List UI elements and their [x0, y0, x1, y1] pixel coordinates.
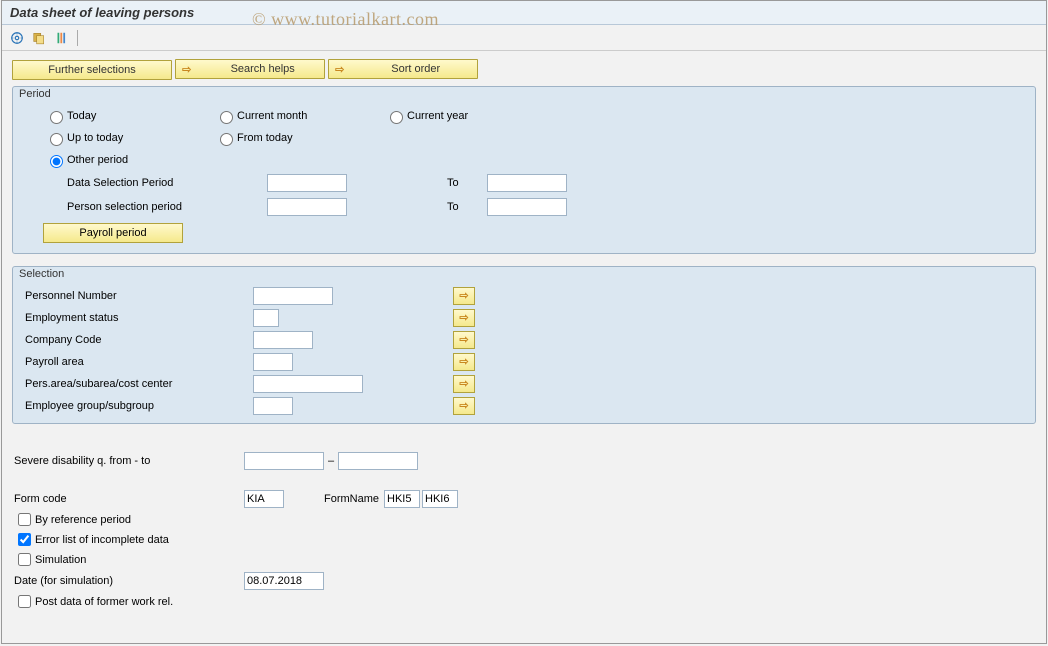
selection-buttons-row: Further selections ⇨ Search helps ⇨ Sort…	[12, 59, 1036, 80]
person-selection-from-input[interactable]	[267, 198, 347, 216]
pers-area-label: Pers.area/subarea/cost center	[23, 378, 253, 390]
company-code-input[interactable]	[253, 331, 313, 349]
arrow-right-icon: ⇨	[182, 63, 191, 76]
simulation-checkbox[interactable]	[18, 553, 31, 566]
error-list-label: Error list of incomplete data	[35, 534, 169, 546]
error-list-checkbox[interactable]	[18, 533, 31, 546]
dash: –	[328, 455, 334, 467]
variant-icon[interactable]	[30, 29, 48, 47]
severe-disability-label: Severe disability q. from - to	[14, 455, 244, 467]
form-name-label: FormName	[324, 493, 384, 505]
form-name-1-input[interactable]	[384, 490, 420, 508]
payroll-area-label: Payroll area	[23, 356, 253, 368]
radio-current-year[interactable]: Current year	[385, 108, 555, 124]
person-selection-period-label: Person selection period	[67, 201, 267, 213]
group-title-period: Period	[19, 88, 51, 100]
multiple-selection-button[interactable]: ⇨	[453, 353, 475, 371]
radio-today[interactable]: Today	[45, 108, 215, 124]
multiple-selection-button[interactable]: ⇨	[453, 375, 475, 393]
person-selection-to-input[interactable]	[487, 198, 567, 216]
personnel-number-input[interactable]	[253, 287, 333, 305]
severe-to-input[interactable]	[338, 452, 418, 470]
company-code-label: Company Code	[23, 334, 253, 346]
multiple-selection-button[interactable]: ⇨	[453, 287, 475, 305]
multiple-selection-button[interactable]: ⇨	[453, 331, 475, 349]
multiple-selection-button[interactable]: ⇨	[453, 309, 475, 327]
payroll-area-input[interactable]	[253, 353, 293, 371]
employee-group-label: Employee group/subgroup	[23, 400, 253, 412]
pers-area-input[interactable]	[253, 375, 363, 393]
by-reference-checkbox[interactable]	[18, 513, 31, 526]
settings-icon[interactable]	[52, 29, 70, 47]
form-code-label: Form code	[14, 493, 244, 505]
employee-group-input[interactable]	[253, 397, 293, 415]
data-selection-period-label: Data Selection Period	[67, 177, 267, 189]
date-simulation-input[interactable]	[244, 572, 324, 590]
form-code-input[interactable]	[244, 490, 284, 508]
selection-group: Selection Personnel Number ⇨ Employment …	[12, 266, 1036, 424]
period-group: Period Today Current month Current year …	[12, 86, 1036, 254]
severe-from-input[interactable]	[244, 452, 324, 470]
post-former-label: Post data of former work rel.	[35, 596, 173, 608]
arrow-right-icon: ⇨	[335, 63, 344, 76]
to-label: To	[447, 177, 487, 189]
group-title-selection: Selection	[19, 268, 64, 280]
data-selection-from-input[interactable]	[267, 174, 347, 192]
post-former-checkbox[interactable]	[18, 595, 31, 608]
date-simulation-label: Date (for simulation)	[14, 575, 244, 587]
multiple-selection-button[interactable]: ⇨	[453, 397, 475, 415]
search-helps-button[interactable]: ⇨ Search helps	[175, 59, 325, 79]
radio-current-month[interactable]: Current month	[215, 108, 385, 124]
to-label: To	[447, 201, 487, 213]
sort-order-button[interactable]: ⇨ Sort order	[328, 59, 478, 79]
app-toolbar	[2, 25, 1046, 51]
form-name-2-input[interactable]	[422, 490, 458, 508]
payroll-period-button[interactable]: Payroll period	[43, 223, 183, 243]
separator	[77, 30, 78, 46]
data-selection-to-input[interactable]	[487, 174, 567, 192]
radio-up-to-today[interactable]: Up to today	[45, 130, 215, 146]
page-title: Data sheet of leaving persons	[2, 1, 1046, 25]
execute-icon[interactable]	[8, 29, 26, 47]
radio-other-period[interactable]: Other period	[45, 152, 215, 168]
simulation-label: Simulation	[35, 554, 86, 566]
further-selections-button[interactable]: Further selections	[12, 60, 172, 80]
by-reference-label: By reference period	[35, 514, 131, 526]
employment-status-label: Employment status	[23, 312, 253, 324]
employment-status-input[interactable]	[253, 309, 279, 327]
radio-from-today[interactable]: From today	[215, 130, 385, 146]
personnel-number-label: Personnel Number	[23, 290, 253, 302]
